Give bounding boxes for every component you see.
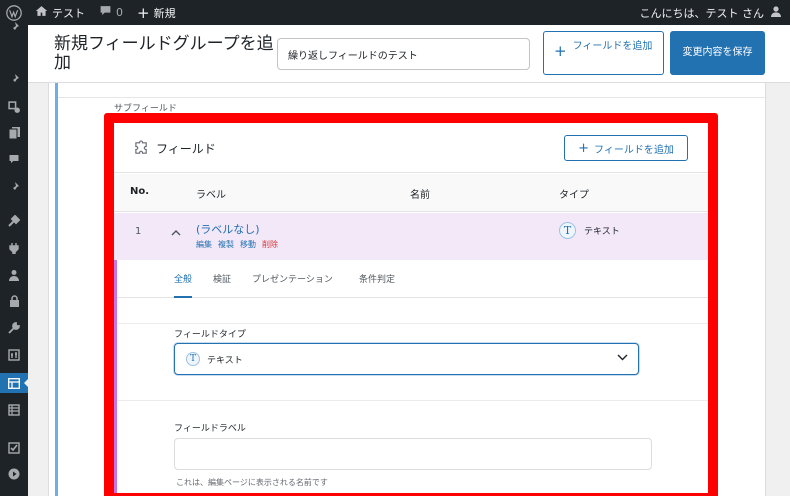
admin-sidebar	[0, 22, 29, 496]
subfields-panel: フィールド + フィールドを追加 No. ラベル 名前 タイプ 1 (ラベルなし…	[114, 123, 708, 496]
media-icon[interactable]	[0, 97, 28, 117]
greeting: こんにちは、テスト さん	[639, 6, 765, 20]
row-actions: 編集 複製 移動 削除	[196, 239, 278, 250]
field-type-label: フィールドタイプ	[174, 330, 246, 340]
add-field-header-button[interactable]: + フィールドを追加	[543, 31, 664, 75]
divider	[117, 400, 708, 401]
tools-icon[interactable]	[0, 318, 28, 338]
edit-link[interactable]: 編集	[196, 239, 212, 250]
field-label-help: これは、編集ページに表示される名前です	[176, 478, 328, 487]
puzzle-piece-icon	[134, 140, 149, 158]
divider	[58, 97, 767, 98]
field-groups-icon[interactable]	[0, 373, 29, 393]
page-header: 新規フィールドグループを追加 + フィールドを追加 変更内容を保存	[28, 25, 790, 83]
plugins-icon[interactable]	[0, 238, 28, 258]
subfields-panel-title: フィールド	[156, 142, 216, 156]
new-content-menu[interactable]: + 新規	[130, 0, 183, 25]
field-label-label: フィールドラベル	[174, 424, 246, 434]
play-icon[interactable]	[0, 464, 28, 484]
row-number: 1	[135, 226, 142, 237]
subfields-panel-header: フィールド + フィールドを追加	[114, 123, 708, 173]
pages-icon[interactable]	[0, 123, 28, 143]
subfields-label: サブフィールド	[114, 104, 177, 114]
tab-general[interactable]: 全般	[174, 272, 193, 298]
field-settings: 全般 検証 プレゼンテーション 条件判定 フィールドタイプ T テキスト フィー…	[114, 260, 708, 496]
tab-conditional-logic[interactable]: 条件判定	[359, 272, 395, 285]
lock-icon[interactable]	[0, 291, 28, 311]
page-title: 新規フィールドグループを追加	[54, 34, 274, 73]
custom-post-pin-icon[interactable]	[0, 177, 28, 197]
text-type-icon: T	[186, 352, 200, 366]
chevron-up-icon[interactable]	[171, 225, 181, 239]
my-account-menu[interactable]: こんにちは、テスト さん	[640, 0, 783, 25]
row-type-name: テキスト	[584, 227, 620, 237]
table-icon[interactable]	[0, 400, 28, 420]
settings-icon[interactable]	[0, 345, 28, 365]
table-row[interactable]: 1 (ラベルなし) 編集 複製 移動 削除 T テキスト	[114, 213, 708, 260]
comments-count: 0	[116, 6, 123, 19]
duplicate-link[interactable]: 複製	[218, 239, 234, 250]
comments-icon[interactable]	[0, 149, 28, 169]
save-changes-button[interactable]: 変更内容を保存	[670, 31, 765, 75]
new-label: 新規	[153, 6, 176, 20]
tab-validation[interactable]: 検証	[213, 272, 231, 285]
plus-icon: +	[554, 42, 567, 60]
column-no: No.	[130, 186, 150, 197]
users-icon[interactable]	[0, 265, 28, 285]
field-group-title-input[interactable]	[277, 38, 530, 70]
appearance-icon[interactable]	[0, 211, 28, 231]
user-avatar-icon	[770, 5, 782, 20]
column-type: タイプ	[559, 190, 589, 201]
comment-bubble-icon	[99, 5, 112, 20]
plus-icon: +	[578, 140, 590, 156]
plus-icon: +	[137, 3, 150, 22]
pin-icon[interactable]	[0, 17, 28, 37]
divider	[117, 323, 708, 324]
repeater-indicator-bar	[55, 83, 58, 496]
settings-tabs: 全般 検証 プレゼンテーション 条件判定	[117, 260, 708, 298]
chevron-down-icon	[617, 354, 628, 364]
row-field-label[interactable]: (ラベルなし)	[196, 221, 260, 237]
column-label: ラベル	[196, 190, 226, 201]
move-link[interactable]: 移動	[240, 239, 256, 250]
posts-pin-icon[interactable]	[0, 69, 28, 89]
site-name: テスト	[52, 6, 85, 20]
row-field-type: T テキスト	[559, 222, 620, 239]
field-type-select[interactable]: T テキスト	[174, 343, 639, 375]
checkbox-icon[interactable]	[0, 438, 28, 458]
site-name-menu[interactable]: テスト	[28, 0, 92, 25]
add-subfield-label: フィールドを追加	[594, 144, 674, 156]
comments-menu[interactable]: 0	[92, 0, 130, 25]
text-type-icon: T	[559, 222, 576, 239]
add-field-header-label: フィールドを追加	[572, 41, 653, 52]
column-name: 名前	[410, 190, 430, 201]
admin-bar: テスト 0 + 新規 こんにちは、テスト さん	[0, 0, 790, 25]
delete-link[interactable]: 削除	[262, 239, 278, 250]
tab-presentation[interactable]: プレゼンテーション	[252, 272, 333, 285]
field-label-input[interactable]	[174, 438, 652, 470]
home-icon	[35, 5, 48, 20]
add-subfield-button[interactable]: + フィールドを追加	[564, 135, 688, 161]
field-type-value: テキスト	[207, 355, 243, 366]
fields-table-header: No. ラベル 名前 タイプ	[114, 174, 708, 212]
